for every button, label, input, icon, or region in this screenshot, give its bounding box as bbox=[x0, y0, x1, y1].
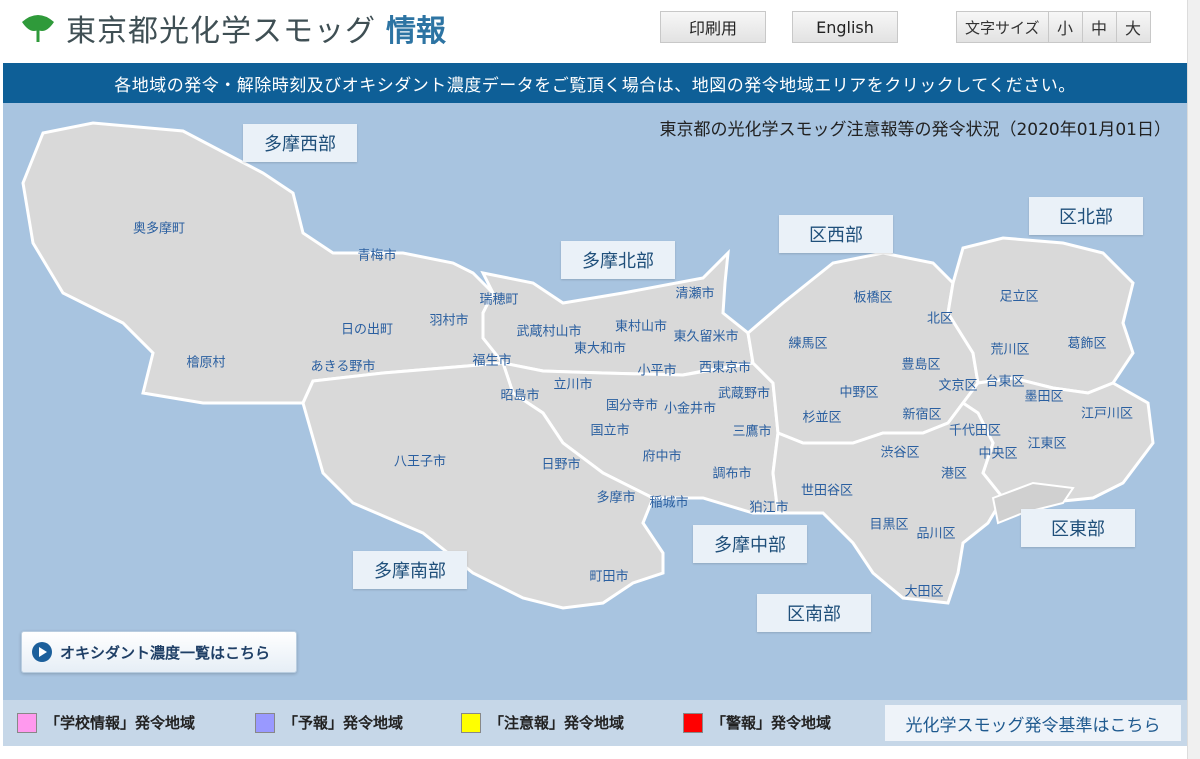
city-label: 足立区 bbox=[999, 289, 1039, 305]
tokyo-map-shape bbox=[21, 121, 1155, 610]
legend-swatch-school bbox=[17, 712, 37, 733]
legend-item-school: 「学校情報」発令地域 bbox=[17, 712, 195, 733]
city-label: 国立市 bbox=[590, 423, 630, 439]
city-label: 東久留米市 bbox=[673, 329, 739, 345]
criteria-link[interactable]: 光化学スモッグ発令基準はこちら bbox=[885, 705, 1181, 741]
city-label: 小金井市 bbox=[663, 401, 717, 417]
font-size-large-button[interactable]: 大 bbox=[1116, 11, 1151, 43]
region-label-ku-east[interactable]: 区東部 bbox=[1021, 509, 1135, 547]
city-label: 世田谷区 bbox=[800, 483, 854, 499]
city-label: 練馬区 bbox=[788, 336, 828, 352]
city-label: 武蔵野市 bbox=[717, 386, 771, 402]
city-label: 八王子市 bbox=[393, 454, 447, 470]
tokyo-map: 東京都の光化学スモッグ注意報等の発令状況（2020年01月01日） 多摩西部 多… bbox=[3, 103, 1187, 700]
region-label-tama-south[interactable]: 多摩南部 bbox=[353, 551, 467, 589]
city-label: 青梅市 bbox=[357, 248, 397, 264]
city-label: 東村山市 bbox=[614, 319, 668, 335]
legend-swatch-advisory bbox=[461, 712, 481, 733]
city-label: 目黒区 bbox=[869, 517, 909, 533]
legend-swatch-warning bbox=[683, 712, 703, 733]
city-label: 羽村市 bbox=[429, 313, 469, 329]
region-shape-ku-north[interactable] bbox=[946, 236, 1135, 395]
city-label: 日野市 bbox=[541, 457, 581, 473]
city-label: 千代田区 bbox=[948, 423, 1002, 439]
legend-item-advisory: 「注意報」発令地域 bbox=[461, 712, 624, 733]
city-label: 昭島市 bbox=[500, 388, 540, 404]
city-label: 国分寺市 bbox=[605, 398, 659, 414]
region-label-ku-north[interactable]: 区北部 bbox=[1029, 197, 1143, 235]
city-label: 港区 bbox=[940, 466, 968, 482]
region-shape-tama-west[interactable] bbox=[21, 121, 506, 405]
instruction-banner: 各地域の発令・解除時刻及びオキシダント濃度データをご覧頂く場合は、地図の発令地域… bbox=[3, 63, 1187, 103]
region-shape-ku-west[interactable] bbox=[746, 251, 980, 445]
legend-label: 「予報」発令地域 bbox=[283, 714, 404, 732]
city-label: 多摩市 bbox=[596, 490, 636, 506]
english-button[interactable]: English bbox=[792, 11, 898, 43]
city-label: 杉並区 bbox=[802, 410, 842, 426]
city-label: 日の出町 bbox=[340, 322, 394, 338]
city-label: 板橋区 bbox=[853, 290, 893, 306]
city-label: 狛江市 bbox=[749, 500, 789, 516]
city-label: 荒川区 bbox=[990, 342, 1030, 358]
map-status-text: 東京都の光化学スモッグ注意報等の発令状況（2020年01月01日） bbox=[659, 120, 1171, 140]
city-label: 東大和市 bbox=[573, 341, 627, 357]
site-title-accent: 情報 bbox=[386, 14, 446, 49]
region-label-tama-west[interactable]: 多摩西部 bbox=[243, 124, 357, 162]
city-label: 福生市 bbox=[472, 353, 512, 369]
legend-bar: 「学校情報」発令地域 「予報」発令地域 「注意報」発令地域 「警報」発令地域 光… bbox=[3, 700, 1187, 746]
city-label: 品川区 bbox=[916, 526, 956, 542]
font-size-small-button[interactable]: 小 bbox=[1048, 11, 1083, 43]
city-label: 稲城市 bbox=[649, 495, 689, 511]
city-label: 瑞穂町 bbox=[479, 292, 519, 308]
city-label: 台東区 bbox=[985, 374, 1025, 390]
city-label: 墨田区 bbox=[1024, 389, 1064, 405]
city-label: 府中市 bbox=[642, 449, 682, 465]
city-label: あきる野市 bbox=[310, 359, 376, 375]
site-logo[interactable]: 東京都光化学スモッグ 情報 bbox=[18, 8, 446, 49]
city-label: 北区 bbox=[926, 311, 954, 327]
city-label: 清瀬市 bbox=[675, 286, 715, 302]
city-label: 三鷹市 bbox=[732, 424, 772, 440]
font-size-label: 文字サイズ bbox=[956, 11, 1049, 43]
legend-label: 「学校情報」発令地域 bbox=[45, 714, 196, 732]
legend-swatch-forecast bbox=[255, 712, 275, 733]
city-label: 中央区 bbox=[978, 446, 1018, 462]
city-label: 文京区 bbox=[938, 378, 978, 394]
play-circle-icon bbox=[32, 642, 52, 662]
oxidant-list-button[interactable]: オキシダント濃度一覧はこちら bbox=[21, 631, 297, 673]
city-label: 新宿区 bbox=[902, 407, 942, 423]
city-label: 町田市 bbox=[589, 569, 629, 585]
city-label: 豊島区 bbox=[901, 357, 941, 373]
city-label: 檜原村 bbox=[186, 355, 226, 371]
city-label: 江戸川区 bbox=[1080, 406, 1134, 422]
oxidant-list-label: オキシダント濃度一覧はこちら bbox=[60, 643, 271, 662]
city-label: 西東京市 bbox=[698, 360, 752, 376]
ginkgo-leaf-icon bbox=[22, 15, 54, 42]
city-label: 奥多摩町 bbox=[132, 221, 186, 237]
legend-item-warning: 「警報」発令地域 bbox=[683, 712, 831, 733]
region-label-tama-north[interactable]: 多摩北部 bbox=[561, 241, 675, 279]
bottom-strip bbox=[0, 746, 1200, 759]
city-label: 江東区 bbox=[1027, 436, 1067, 452]
site-title: 東京都光化学スモッグ bbox=[66, 14, 376, 49]
region-label-ku-south[interactable]: 区南部 bbox=[757, 594, 871, 632]
city-label: 大田区 bbox=[904, 584, 944, 600]
site-header: 東京都光化学スモッグ 情報 印刷用 English 文字サイズ 小 中 大 bbox=[0, 0, 1200, 62]
city-label: 立川市 bbox=[553, 377, 593, 393]
legend-label: 「注意報」発令地域 bbox=[489, 714, 625, 732]
legend-item-forecast: 「予報」発令地域 bbox=[255, 712, 403, 733]
page-scrollbar[interactable] bbox=[1187, 0, 1200, 759]
legend-label: 「警報」発令地域 bbox=[711, 714, 832, 732]
region-label-tama-middle[interactable]: 多摩中部 bbox=[693, 525, 807, 563]
city-label: 調布市 bbox=[712, 466, 752, 482]
region-label-ku-west[interactable]: 区西部 bbox=[779, 215, 893, 253]
font-size-controls: 文字サイズ 小 中 大 bbox=[956, 11, 1151, 43]
city-label: 小平市 bbox=[637, 363, 677, 379]
city-label: 武蔵村山市 bbox=[516, 324, 582, 340]
city-label: 渋谷区 bbox=[880, 445, 920, 461]
print-button[interactable]: 印刷用 bbox=[660, 11, 766, 43]
font-size-medium-button[interactable]: 中 bbox=[1082, 11, 1117, 43]
city-label: 中野区 bbox=[839, 385, 879, 401]
city-label: 葛飾区 bbox=[1067, 336, 1107, 352]
